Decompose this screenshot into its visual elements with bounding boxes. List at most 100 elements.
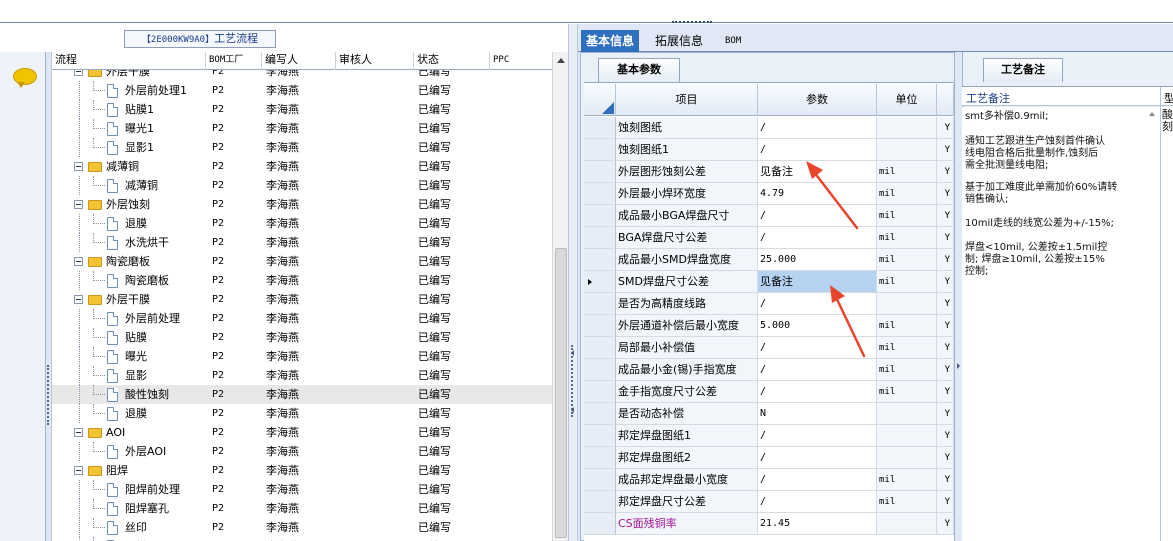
param-value-cell[interactable]: / [758, 381, 877, 403]
param-row[interactable]: 成品邦定焊盘最小宽度 / mil Y [584, 469, 954, 491]
param-row[interactable]: 局部最小补偿值 / mil Y [584, 337, 954, 359]
notes-column-header[interactable]: 工艺备注 [966, 90, 1010, 106]
tree-node-label[interactable]: 贴膜 [125, 328, 147, 347]
tree-row[interactable]: 曝光1 P2 李海燕 已编写 [52, 119, 552, 138]
param-value-cell[interactable]: 见备注 [758, 271, 877, 293]
param-row[interactable]: 外层通道补偿后最小宽度 5.000 mil Y [584, 315, 954, 337]
tree-row[interactable]: 陶瓷磨板 P2 李海燕 已编写 [52, 252, 552, 271]
tree-node-label[interactable]: 外层前处理1 [125, 81, 187, 100]
row-header[interactable] [584, 161, 616, 183]
tree-node-label[interactable]: 酸性蚀刻 [125, 385, 169, 404]
param-value-cell[interactable]: / [758, 469, 877, 491]
tab-process-notes[interactable]: 工艺备注 [983, 58, 1063, 82]
collapse-toggle-icon[interactable] [74, 70, 83, 76]
tree-row[interactable]: 预烘 P2 李海燕 已编写 [52, 537, 552, 541]
param-value-cell[interactable]: N [758, 403, 877, 425]
tree-row[interactable]: 外层前处理1 P2 李海燕 已编写 [52, 81, 552, 100]
tree-node-label[interactable]: 外层干膜 [106, 70, 150, 81]
center-splitter[interactable] [568, 24, 578, 541]
collapse-toggle-icon[interactable] [74, 257, 83, 266]
scroll-up-arrow-icon[interactable] [557, 58, 565, 63]
tree-node-label[interactable]: 退膜 [125, 404, 147, 423]
collapse-toggle-icon[interactable] [74, 295, 83, 304]
collapse-toggle-icon[interactable] [74, 200, 83, 209]
tree-node-label[interactable]: 贴膜1 [125, 100, 154, 119]
row-header[interactable] [584, 425, 616, 447]
tree-node-label[interactable]: 外层蚀刻 [106, 195, 150, 214]
notes-scroll-up-icon[interactable] [1149, 112, 1155, 116]
param-value-cell[interactable]: 21.45 [758, 513, 877, 535]
tree-node-label[interactable]: 水洗烘干 [125, 233, 169, 252]
param-value-cell[interactable]: / [758, 293, 877, 315]
tree-node-label[interactable]: 陶瓷磨板 [125, 271, 169, 290]
tree-node-label[interactable]: 减薄铜 [106, 157, 139, 176]
tree-node-label[interactable]: 曝光1 [125, 119, 154, 138]
row-header[interactable] [584, 447, 616, 469]
tree-row[interactable]: 贴膜1 P2 李海燕 已编写 [52, 100, 552, 119]
tree-row[interactable]: 外层AOI P2 李海燕 已编写 [52, 442, 552, 461]
col-header-param[interactable]: 参数 [758, 84, 877, 116]
param-row[interactable]: 金手指宽度尺寸公差 / mil Y [584, 381, 954, 403]
param-row[interactable]: 蚀刻图纸 / Y [584, 117, 954, 139]
row-header[interactable] [584, 469, 616, 491]
row-header[interactable] [584, 403, 616, 425]
param-row[interactable]: 邦定焊盘图纸2/ Y [584, 447, 954, 469]
param-row[interactable]: 是否为高精度线路 / Y [584, 293, 954, 315]
tree-row[interactable]: 退膜 P2 李海燕 已编写 [52, 214, 552, 233]
tree-row[interactable]: AOI P2 李海燕 已编写 [52, 423, 552, 442]
param-value-cell[interactable]: 25.000 [758, 249, 877, 271]
row-header[interactable] [584, 227, 616, 249]
tree-row[interactable]: 阻焊 P2 李海燕 已编写 [52, 461, 552, 480]
param-row[interactable]: 外层最小焊环宽度 4.79 mil Y [584, 183, 954, 205]
param-value-cell[interactable]: / [758, 447, 877, 469]
tree-row[interactable]: 显影 P2 李海燕 已编写 [52, 366, 552, 385]
param-value-cell[interactable]: 5.000 [758, 315, 877, 337]
tree-row[interactable]: 曝光 P2 李海燕 已编写 [52, 347, 552, 366]
tree-row[interactable]: 外层前处理 P2 李海燕 已编写 [52, 309, 552, 328]
col-header-item[interactable]: 项目 [616, 84, 758, 116]
tree-node-label[interactable]: 外层干膜 [106, 290, 150, 309]
param-row[interactable]: 邦定焊盘图纸1/ Y [584, 425, 954, 447]
tree-row[interactable]: 减薄铜 P2 李海燕 已编写 [52, 157, 552, 176]
tree-node-label[interactable]: AOI [106, 423, 125, 442]
row-header[interactable] [584, 271, 616, 293]
tree-scrollbar[interactable] [552, 52, 568, 541]
param-row[interactable]: 是否动态补偿 N Y [584, 403, 954, 425]
tree-row[interactable]: 退膜 P2 李海燕 已编写 [52, 404, 552, 423]
row-header[interactable] [584, 359, 616, 381]
param-row[interactable]: CS面残铜率 21.45 Y [584, 513, 954, 535]
param-row[interactable]: SMD焊盘尺寸公差 见备注 mil Y [584, 271, 954, 293]
tree-node-label[interactable]: 曝光 [125, 347, 147, 366]
notes-column-header-2[interactable]: 型 [1164, 90, 1173, 106]
tree-row[interactable]: 丝印 P2 李海燕 已编写 [52, 518, 552, 537]
tree-node-label[interactable]: 显影1 [125, 138, 154, 157]
tab-basic-info[interactable]: 基本信息 [581, 30, 640, 52]
tree-node-label[interactable]: 外层AOI [125, 442, 166, 461]
row-header[interactable] [584, 293, 616, 315]
param-row[interactable]: 邦定焊盘尺寸公差 / mil Y [584, 491, 954, 513]
tree-node-label[interactable]: 预烘 [125, 537, 147, 541]
col-header-status[interactable]: 状态 [414, 52, 490, 70]
col-header-unit[interactable]: 单位 [877, 84, 937, 116]
collapse-toggle-icon[interactable] [74, 162, 83, 171]
tree-row[interactable]: 外层蚀刻 P2 李海燕 已编写 [52, 195, 552, 214]
collapse-toggle-icon[interactable] [74, 466, 83, 475]
param-row[interactable]: 成品最小BGA焊盘尺寸 / mil Y [584, 205, 954, 227]
row-header[interactable] [584, 205, 616, 227]
expand-right-arrow-icon[interactable] [957, 363, 960, 369]
row-header[interactable] [584, 513, 616, 535]
collapse-left-arrow-icon[interactable] [571, 350, 574, 356]
param-value-cell[interactable]: / [758, 359, 877, 381]
param-value-cell[interactable]: / [758, 425, 877, 447]
tree-row[interactable]: 阻焊塞孔 P2 李海燕 已编写 [52, 499, 552, 518]
col-header-factory[interactable]: BOM工厂 [206, 52, 262, 70]
tab-basic-params[interactable]: 基本参数 [598, 58, 680, 82]
tree-node-label[interactable]: 阻焊 [106, 461, 128, 480]
param-value-cell[interactable]: 见备注 [758, 161, 877, 183]
param-row[interactable]: BGA焊盘尺寸公差 / mil Y [584, 227, 954, 249]
param-row[interactable]: 成品最小金(锡)手指宽度 / mil Y [584, 359, 954, 381]
param-value-cell[interactable]: / [758, 337, 877, 359]
tree-node-label[interactable]: 丝印 [125, 518, 147, 537]
col-header-writer[interactable]: 编写人 [262, 52, 336, 70]
tree-node-label[interactable]: 显影 [125, 366, 147, 385]
